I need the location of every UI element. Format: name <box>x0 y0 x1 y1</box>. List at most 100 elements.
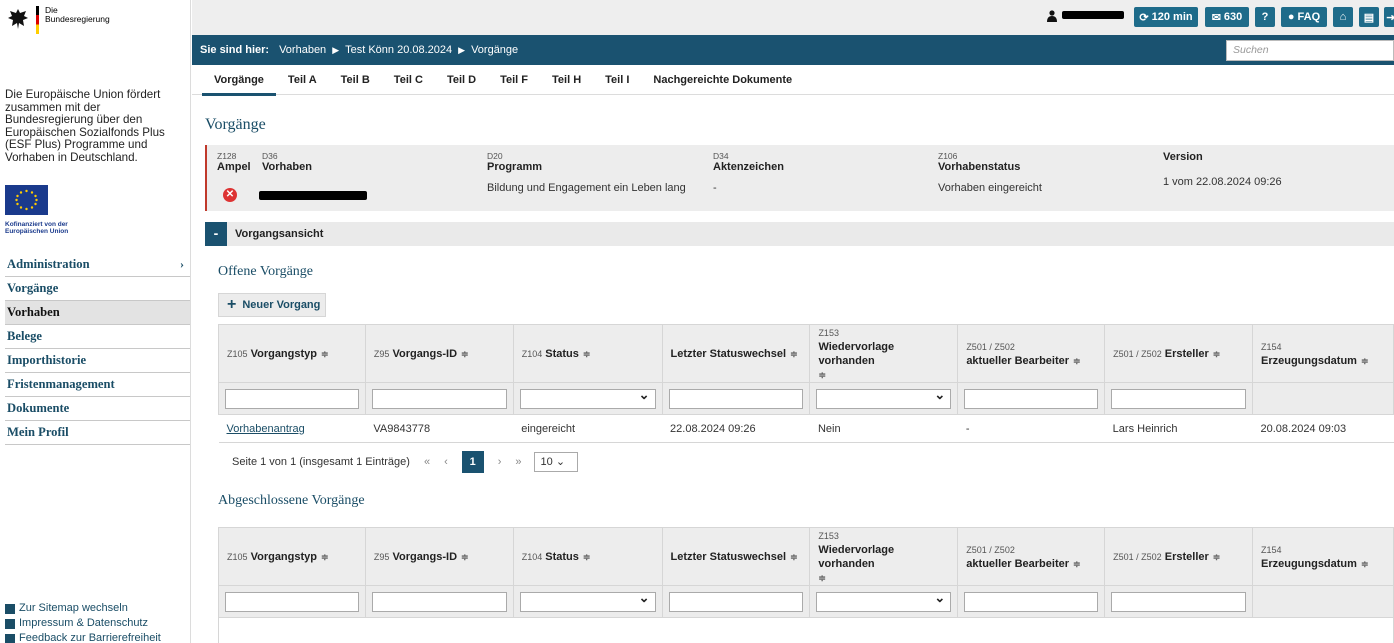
print-button[interactable]: ▤ <box>1359 7 1379 27</box>
breadcrumb: Sie sind hier: Vorhaben ▶ Test Könn 20.0… <box>192 35 1394 65</box>
tab-teil-i[interactable]: Teil I <box>605 65 629 95</box>
breadcrumb-item-vorhaben[interactable]: Vorhaben <box>279 44 326 56</box>
home-button[interactable]: ⌂ <box>1333 7 1353 27</box>
tab-teil-f[interactable]: Teil F <box>500 65 528 95</box>
nav-item-dokumente[interactable]: Dokumente <box>5 397 190 421</box>
sitemap-link[interactable]: Zur Sitemap wechseln <box>5 601 161 616</box>
nav-item-mein-profil[interactable]: Mein Profil <box>5 421 190 445</box>
sort-icon: ≑ <box>1212 551 1221 562</box>
info-programm: D20 Programm Bildung und Engagement ein … <box>487 151 686 194</box>
info-value: Bildung und Engagement ein Leben lang <box>487 182 686 194</box>
cell-wiedervorlage: Nein <box>809 414 958 443</box>
breadcrumb-item-project[interactable]: Test Könn 20.08.2024 <box>345 44 452 56</box>
tab-teil-h[interactable]: Teil H <box>552 65 581 95</box>
column-header-statuswechsel[interactable]: Letzter Statuswechsel ≑ <box>661 324 811 383</box>
tab-vorgaenge[interactable]: Vorgänge <box>202 65 276 96</box>
main-navigation: Administration › Vorgänge Vorhaben Beleg… <box>5 253 190 445</box>
impressum-link[interactable]: Impressum & Datenschutz <box>5 616 161 631</box>
sort-icon: ≑ <box>1073 355 1081 366</box>
sort-icon: ≑ <box>461 348 469 359</box>
filter-wiedervorlage-select[interactable] <box>816 590 952 612</box>
column-header-vorgangstyp[interactable]: Z105 Vorgangstyp ≑ <box>218 527 366 586</box>
column-header-vorgangs-id[interactable]: Z95 Vorgangs-ID ≑ <box>364 527 514 586</box>
nav-item-vorgaenge[interactable]: Vorgänge <box>5 277 190 301</box>
column-header-vorgangs-id[interactable]: Z95 Vorgangs-ID ≑ <box>364 324 514 383</box>
session-timer-button[interactable]: ⟳ 120 min <box>1134 7 1198 27</box>
info-code: Z106 <box>938 151 958 161</box>
column-header-bearbeiter[interactable]: Z501 / Z502 aktueller Bearbeiter ≑ <box>957 527 1106 586</box>
filter-statuswechsel-input[interactable] <box>668 388 804 409</box>
current-page-button[interactable]: 1 <box>461 451 484 473</box>
info-code: Z128 <box>217 151 237 161</box>
page-size-select[interactable]: 10 ⌄ <box>533 452 578 472</box>
filter-row <box>218 585 1394 618</box>
messages-button[interactable]: ✉ 630 <box>1205 7 1249 27</box>
closed-procedures-empty-body <box>218 617 1394 643</box>
prev-page-button[interactable]: ‹ <box>444 456 448 468</box>
filter-bearbeiter-input[interactable] <box>964 591 1099 612</box>
column-header-wiedervorlage[interactable]: Z153 Wiedervorlage vorhanden ≑ <box>809 324 959 383</box>
filter-statuswechsel-input[interactable] <box>668 591 804 612</box>
first-page-button[interactable]: « <box>424 456 430 468</box>
nav-item-administration[interactable]: Administration › <box>5 253 190 277</box>
last-page-button[interactable]: » <box>515 456 521 468</box>
info-label: Vorhaben <box>262 161 312 173</box>
faq-button[interactable]: ● FAQ <box>1281 7 1327 27</box>
help-button[interactable]: ? <box>1255 7 1275 27</box>
search-input[interactable]: Suchen <box>1226 40 1394 61</box>
logout-button[interactable]: ⇥ <box>1384 7 1394 27</box>
collapse-button[interactable]: - <box>205 222 227 246</box>
info-label: Vorhabenstatus <box>938 161 1021 173</box>
filter-vorgangstyp-input[interactable] <box>225 591 359 612</box>
bundesregierung-logo[interactable]: Die Bundesregierung <box>4 6 110 38</box>
nav-item-vorhaben[interactable]: Vorhaben <box>5 301 190 325</box>
info-code: D20 <box>487 151 503 161</box>
tab-teil-b[interactable]: Teil B <box>341 65 370 95</box>
sort-icon: ≑ <box>1360 558 1369 569</box>
column-header-bearbeiter[interactable]: Z501 / Z502 aktueller Bearbeiter ≑ <box>957 324 1106 383</box>
info-label: Programm <box>487 161 543 173</box>
filter-ersteller-input[interactable] <box>1111 591 1246 612</box>
column-header-ersteller[interactable]: Z501 / Z502 Ersteller ≑ <box>1104 527 1253 586</box>
new-procedure-button[interactable]: + Neuer Vorgang <box>218 293 326 317</box>
feedback-link[interactable]: Feedback zur Barrierefreiheit <box>5 631 161 643</box>
column-header-ersteller[interactable]: Z501 / Z502 Ersteller ≑ <box>1104 324 1253 383</box>
tab-teil-d[interactable]: Teil D <box>447 65 476 95</box>
filter-vorgangstyp-input[interactable] <box>225 388 359 409</box>
envelope-icon: ✉ <box>1211 11 1221 24</box>
vorhabenantrag-link[interactable]: Vorhabenantrag <box>227 423 305 435</box>
next-page-button[interactable]: › <box>498 456 502 468</box>
column-header-erzeugungsdatum[interactable]: Z154 Erzeugungsdatum ≑ <box>1251 527 1394 586</box>
filter-ersteller-input[interactable] <box>1111 388 1246 409</box>
sort-icon: ≑ <box>461 551 469 562</box>
filter-wiedervorlage-select[interactable] <box>816 387 952 409</box>
info-code: D36 <box>262 151 278 161</box>
tab-nachgereichte-dokumente[interactable]: Nachgereichte Dokumente <box>653 65 792 95</box>
nav-item-fristenmanagement[interactable]: Fristenmanagement <box>5 373 190 397</box>
nav-item-importhistorie[interactable]: Importhistorie <box>5 349 190 373</box>
column-header-status[interactable]: Z104 Status ≑ <box>512 324 663 383</box>
table-header-row: Z105 Vorgangstyp ≑ Z95 Vorgangs-ID ≑ Z104 … <box>218 527 1394 586</box>
filter-status-select[interactable] <box>519 590 656 612</box>
column-header-vorgangstyp[interactable]: Z105 Vorgangstyp ≑ <box>218 324 366 383</box>
column-header-erzeugungsdatum[interactable]: Z154 Erzeugungsdatum ≑ <box>1252 324 1394 383</box>
tab-teil-a[interactable]: Teil A <box>288 65 317 95</box>
faq-label: FAQ <box>1297 11 1321 23</box>
filter-bearbeiter-input[interactable] <box>964 388 1099 409</box>
project-info-box: Z128 Ampel ✕ D36 Vorhaben D20 Programm B… <box>205 145 1394 211</box>
filter-status-select[interactable] <box>519 387 656 409</box>
sort-icon: ≑ <box>582 348 591 359</box>
column-header-wiedervorlage[interactable]: Z153 Wiedervorlage vorhanden ≑ <box>809 527 959 586</box>
column-header-status[interactable]: Z104 Status ≑ <box>512 527 663 586</box>
sort-icon: ≑ <box>818 572 826 583</box>
nav-item-belege[interactable]: Belege <box>5 325 190 349</box>
column-header-statuswechsel[interactable]: Letzter Statuswechsel ≑ <box>661 527 811 586</box>
chevron-right-icon: ▶ <box>458 44 466 55</box>
filter-vorgangs-id-input[interactable] <box>371 388 507 409</box>
filter-vorgangs-id-input[interactable] <box>371 591 507 612</box>
tab-teil-c[interactable]: Teil C <box>394 65 423 95</box>
vorgangsansicht-section-header: - Vorgangsansicht <box>205 222 1394 246</box>
german-flag-bar <box>36 6 39 34</box>
cell-statuswechsel: 22.08.2024 09:26 <box>662 414 810 443</box>
username-redacted <box>1062 11 1124 19</box>
